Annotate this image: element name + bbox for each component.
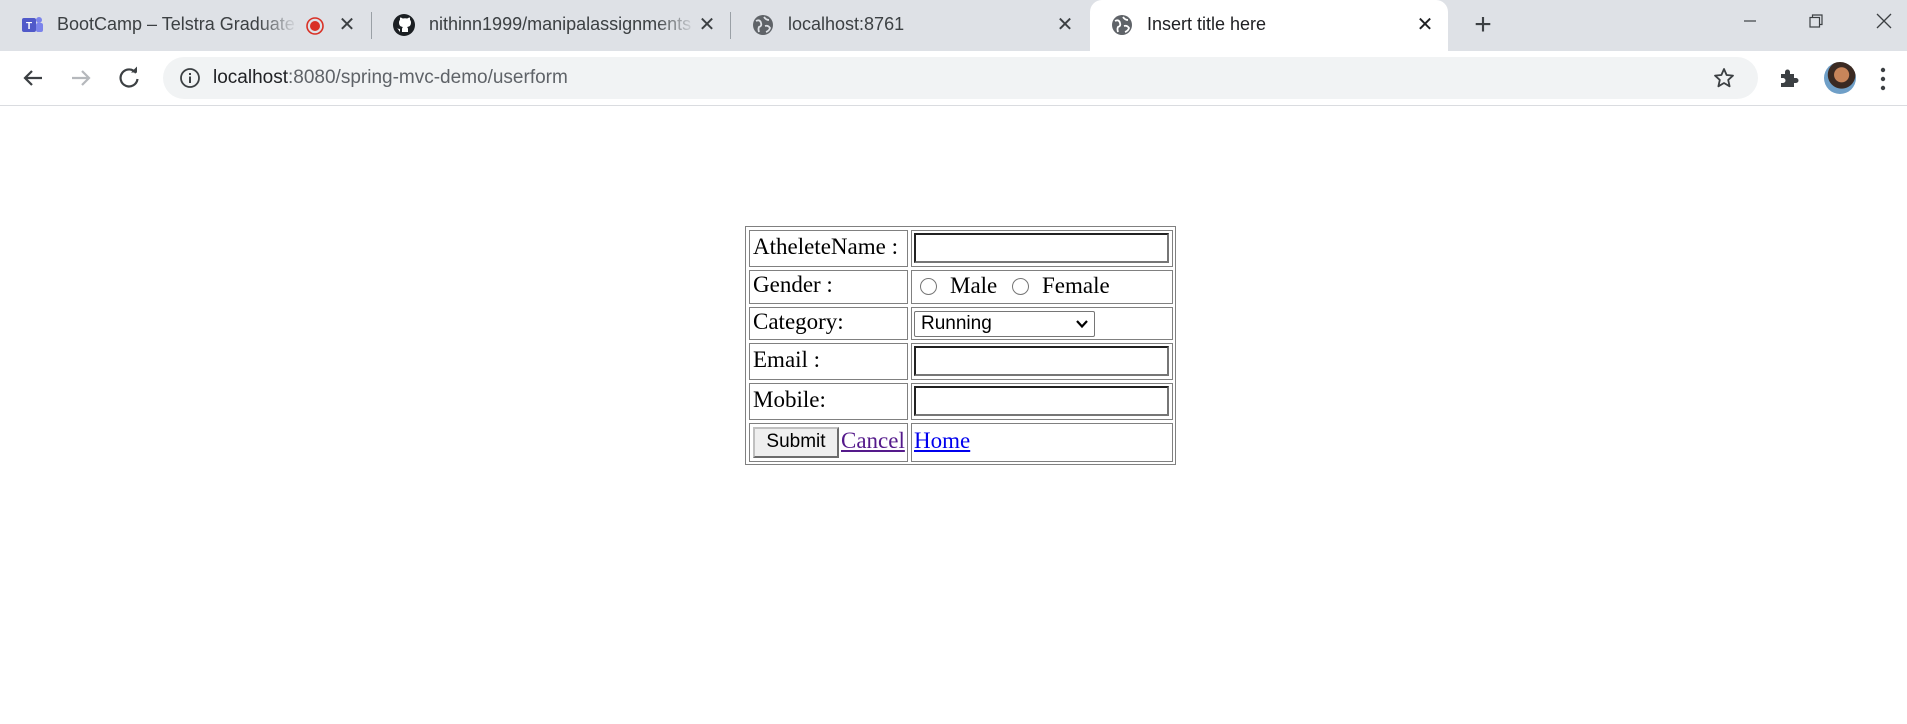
category-select-cell: Running [911, 307, 1173, 340]
mobile-input-cell [911, 383, 1173, 420]
globe-icon [1112, 15, 1132, 35]
teams-icon: T [22, 17, 43, 32]
submit-button[interactable]: Submit [753, 427, 839, 458]
tab-bootcamp[interactable]: T BootCamp – Telstra Graduate ✕ [0, 0, 368, 51]
close-tab-icon[interactable]: ✕ [1415, 15, 1435, 35]
category-label: Category: [753, 309, 844, 334]
svg-text:T: T [26, 21, 32, 32]
gender-label-cell: Gender : [749, 270, 908, 304]
gender-male-radio[interactable] [920, 278, 937, 295]
url-text[interactable]: localhost:8080/spring-mvc-demo/userform [213, 57, 568, 99]
home-link-cell: Home [911, 423, 1173, 462]
url-path: :8080/spring-mvc-demo/userform [288, 67, 568, 88]
extensions-puzzle-icon[interactable] [1776, 65, 1802, 91]
mobile-label: Mobile: [753, 387, 826, 412]
gender-female-label: Female [1042, 273, 1110, 298]
globe-icon [753, 15, 773, 35]
cancel-link[interactable]: Cancel [841, 428, 905, 454]
email-input-cell [911, 343, 1173, 380]
category-select[interactable]: Running [914, 311, 1095, 337]
email-label: Email : [753, 347, 821, 372]
github-icon [393, 14, 415, 36]
new-tab-button[interactable]: + [1468, 10, 1498, 41]
tab-title: nithinn1999/manipalassignments [429, 14, 692, 34]
close-tab-icon[interactable]: ✕ [1055, 15, 1075, 35]
home-link[interactable]: Home [914, 428, 970, 454]
tab-title: Insert title here [1147, 14, 1267, 34]
bookmark-star-icon[interactable] [1712, 66, 1736, 90]
reload-icon[interactable] [113, 62, 145, 94]
tab-insert-title[interactable]: Insert title here ✕ [1090, 0, 1448, 51]
category-selected-value: Running [921, 313, 992, 334]
close-window-icon[interactable] [1864, 6, 1904, 36]
close-tab-icon[interactable]: ✕ [697, 15, 717, 35]
gender-options-cell: Male Female [911, 270, 1173, 304]
chevron-down-icon [1076, 320, 1088, 329]
tab-strip: T BootCamp – Telstra Graduate ✕ nithinn1… [0, 0, 1907, 51]
tab-github[interactable]: nithinn1999/manipalassignments ✕ [372, 0, 729, 51]
mobile-label-cell: Mobile: [749, 383, 908, 420]
athlete-name-input[interactable] [914, 233, 1169, 263]
gender-female-radio[interactable] [1012, 278, 1029, 295]
gender-label: Gender : [753, 272, 833, 297]
minimize-icon[interactable] [1730, 6, 1770, 36]
category-label-cell: Category: [749, 307, 908, 340]
browser-toolbar: localhost:8080/spring-mvc-demo/userform [0, 51, 1907, 106]
athlete-name-label: AtheleteName : [753, 234, 898, 259]
close-tab-icon[interactable]: ✕ [337, 15, 357, 35]
athlete-form-table: AtheleteName : Gender : Male Female Cate… [745, 226, 1176, 465]
mobile-field[interactable] [914, 386, 1169, 416]
more-menu-icon[interactable] [1878, 66, 1888, 92]
gender-male-label: Male [950, 273, 998, 298]
info-icon[interactable] [179, 67, 201, 89]
email-label-cell: Email : [749, 343, 908, 380]
athlete-name-label-cell: AtheleteName : [749, 230, 908, 267]
forward-arrow-icon[interactable] [65, 62, 97, 94]
back-arrow-icon[interactable] [17, 62, 49, 94]
profile-avatar[interactable] [1824, 62, 1856, 94]
athlete-name-input-cell [911, 230, 1173, 267]
recording-icon [306, 17, 324, 35]
email-field[interactable] [914, 346, 1169, 376]
url-host: localhost [213, 67, 288, 88]
actions-cell: Submit Cancel [749, 423, 908, 462]
address-bar[interactable]: localhost:8080/spring-mvc-demo/userform [163, 57, 1758, 99]
restore-icon[interactable] [1796, 6, 1836, 36]
tab-localhost-8761[interactable]: localhost:8761 ✕ [731, 0, 1089, 51]
tab-title: localhost:8761 [788, 14, 905, 34]
